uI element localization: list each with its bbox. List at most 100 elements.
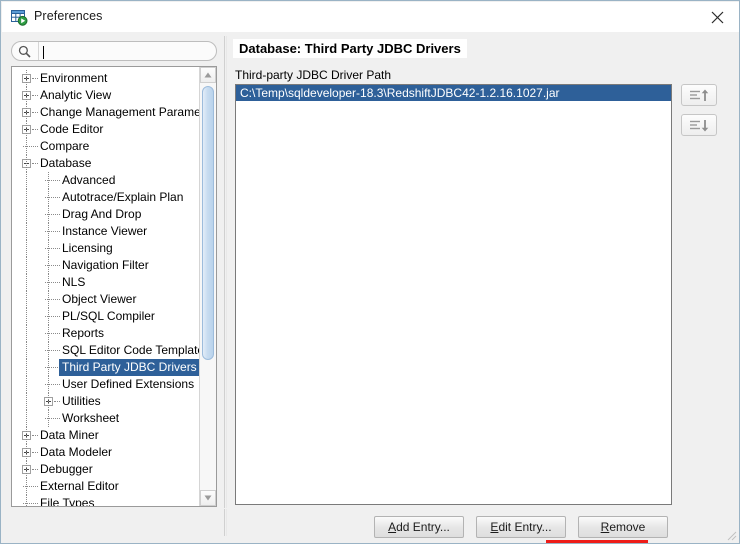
preferences-tree[interactable]: EnvironmentAnalytic ViewChange Managemen… xyxy=(11,66,217,507)
driver-path-item[interactable]: C:\Temp\sqldeveloper-18.3\RedshiftJDBC42… xyxy=(236,85,671,101)
tree-item-label: Debugger xyxy=(40,461,93,478)
tree-guide xyxy=(48,308,50,325)
tree-item[interactable]: Third Party JDBC Drivers xyxy=(12,359,200,376)
search-input[interactable] xyxy=(38,42,212,60)
driver-path-label: Third-party JDBC Driver Path xyxy=(235,68,391,82)
tree-item[interactable]: Autotrace/Explain Plan xyxy=(12,189,200,206)
scroll-down-icon[interactable] xyxy=(200,490,216,506)
tree-guide xyxy=(26,393,28,410)
tree-scroll-thumb[interactable] xyxy=(202,86,214,360)
tree-guide xyxy=(26,206,28,223)
tree-item[interactable]: Environment xyxy=(12,70,200,87)
tree-item-label: File Types xyxy=(40,495,94,506)
tree-guide xyxy=(26,376,28,393)
panel-splitter[interactable] xyxy=(223,36,227,536)
tree-list[interactable]: EnvironmentAnalytic ViewChange Managemen… xyxy=(12,67,200,506)
tree-guide xyxy=(48,206,50,223)
tree-item[interactable]: Utilities xyxy=(12,393,200,410)
tree-guide xyxy=(48,274,50,291)
add-entry-button[interactable]: Add Entry... xyxy=(374,516,464,538)
tree-guide xyxy=(26,104,28,121)
tree-item-label: Compare xyxy=(40,138,89,155)
tree-item-label: Object Viewer xyxy=(62,291,136,308)
tree-item-label: External Editor xyxy=(40,478,119,495)
title-bar: Preferences xyxy=(2,2,740,32)
tree-item-label: Environment xyxy=(40,70,107,87)
tree-guide xyxy=(26,427,28,444)
driver-path-list[interactable]: C:\Temp\sqldeveloper-18.3\RedshiftJDBC42… xyxy=(235,84,672,505)
tree-guide xyxy=(26,274,28,291)
tree-item[interactable]: Data Modeler xyxy=(12,444,200,461)
tree-item[interactable]: Data Miner xyxy=(12,427,200,444)
tree-guide xyxy=(26,189,28,206)
close-icon[interactable] xyxy=(694,2,740,32)
tree-item[interactable]: SQL Editor Code Templates xyxy=(12,342,200,359)
tree-guide xyxy=(26,87,28,104)
tree-item[interactable]: User Defined Extensions xyxy=(12,376,200,393)
tree-item[interactable]: Object Viewer xyxy=(12,291,200,308)
tree-guide xyxy=(26,121,28,138)
tree-item-label: Drag And Drop xyxy=(62,206,141,223)
tree-guide xyxy=(48,223,50,240)
tree-item[interactable]: External Editor xyxy=(12,478,200,495)
move-up-icon[interactable] xyxy=(681,84,717,106)
add-entry-label: dd Entry... xyxy=(396,520,450,534)
tree-guide xyxy=(26,342,28,359)
tree-guide xyxy=(48,189,50,206)
tree-item-label: Data Miner xyxy=(40,427,99,444)
tree-guide xyxy=(26,410,28,427)
tree-item-label: PL/SQL Compiler xyxy=(62,308,155,325)
resize-grip[interactable] xyxy=(725,529,737,541)
move-down-icon[interactable] xyxy=(681,114,717,136)
tree-item[interactable]: Drag And Drop xyxy=(12,206,200,223)
tree-item[interactable]: Change Management Parameters xyxy=(12,104,200,121)
tree-guide xyxy=(26,172,28,189)
tree-connector xyxy=(32,95,38,97)
tree-item-label: Utilities xyxy=(62,393,101,410)
page-title: Database: Third Party JDBC Drivers xyxy=(233,39,467,58)
tree-guide xyxy=(26,325,28,342)
tree-item[interactable]: Code Editor xyxy=(12,121,200,138)
scroll-up-icon[interactable] xyxy=(200,67,216,83)
tree-item[interactable]: NLS xyxy=(12,274,200,291)
tree-item[interactable]: Analytic View xyxy=(12,87,200,104)
tree-item-label: SQL Editor Code Templates xyxy=(62,342,200,359)
tree-item-label: Reports xyxy=(62,325,104,342)
tree-item[interactable]: PL/SQL Compiler xyxy=(12,308,200,325)
tree-item[interactable]: Advanced xyxy=(12,172,200,189)
tree-connector xyxy=(32,78,38,80)
tree-scrollbar[interactable] xyxy=(199,67,216,506)
add-entry-mnemonic: A xyxy=(388,520,396,534)
tree-item[interactable]: Debugger xyxy=(12,461,200,478)
tree-item-label: Autotrace/Explain Plan xyxy=(62,189,183,206)
tree-item[interactable]: Reports xyxy=(12,325,200,342)
tree-item[interactable]: Database xyxy=(12,155,200,172)
tree-guide xyxy=(26,461,28,478)
tree-item[interactable]: Instance Viewer xyxy=(12,223,200,240)
tree-connector xyxy=(32,129,38,131)
tree-item[interactable]: File Types xyxy=(12,495,200,506)
tree-connector xyxy=(32,112,38,114)
tree-item-label: Data Modeler xyxy=(40,444,112,461)
tree-item[interactable]: Compare xyxy=(12,138,200,155)
tree-guide xyxy=(26,70,28,87)
tree-guide xyxy=(48,240,50,257)
tree-item-label: Worksheet xyxy=(62,410,119,427)
edit-entry-label: dit Entry... xyxy=(498,520,551,534)
tree-item-label: Code Editor xyxy=(40,121,103,138)
tree-guide xyxy=(26,257,28,274)
tree-guide xyxy=(26,240,28,257)
tree-guide xyxy=(26,291,28,308)
tree-guide xyxy=(48,325,50,342)
tree-item[interactable]: Licensing xyxy=(12,240,200,257)
search-box[interactable] xyxy=(11,41,217,61)
tree-item[interactable]: Navigation Filter xyxy=(12,257,200,274)
tree-guide xyxy=(48,376,50,393)
tree-guide xyxy=(48,342,50,359)
footer-divider xyxy=(2,508,740,509)
remove-button[interactable]: Remove xyxy=(578,516,668,538)
tree-guide xyxy=(26,308,28,325)
tree-guide xyxy=(26,495,28,506)
edit-entry-button[interactable]: Edit Entry... xyxy=(476,516,566,538)
tree-item[interactable]: Worksheet xyxy=(12,410,200,427)
